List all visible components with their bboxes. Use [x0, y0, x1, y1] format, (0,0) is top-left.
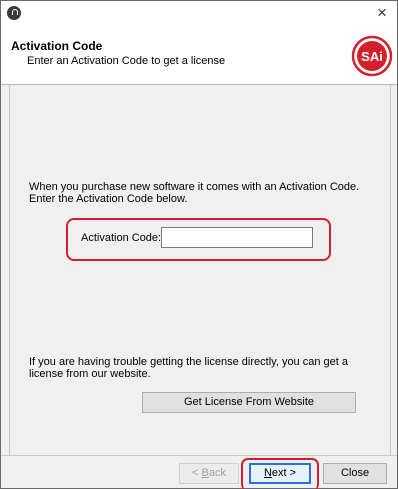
next-accel: N: [263, 467, 272, 479]
page-title: Activation Code: [11, 39, 103, 53]
logo-text: SAi: [361, 49, 383, 64]
back-rest: ack: [208, 467, 226, 479]
next-button[interactable]: Next >: [249, 463, 311, 484]
get-license-website-button[interactable]: Get License From Website: [142, 392, 356, 413]
app-icon: [7, 6, 21, 20]
trouble-text: If you are having trouble getting the li…: [29, 356, 348, 380]
activation-dialog: × Activation Code Enter an Activation Co…: [0, 0, 398, 489]
activation-code-input[interactable]: [161, 227, 313, 248]
next-rest: ext >: [271, 467, 297, 479]
intro-text: When you purchase new software it comes …: [29, 181, 360, 205]
activation-code-label: Activation Code:: [81, 232, 162, 244]
wizard-header: Activation Code Enter an Activation Code…: [1, 27, 397, 85]
back-prefix: <: [192, 467, 202, 479]
back-accel: B: [201, 467, 209, 479]
title-bar: ×: [1, 1, 397, 27]
close-button[interactable]: Close: [323, 463, 387, 484]
close-icon[interactable]: ×: [373, 4, 391, 22]
back-button[interactable]: < Back: [179, 463, 239, 484]
page-subtitle: Enter an Activation Code to get a licens…: [27, 55, 226, 67]
wizard-footer: < Back Next > Close: [1, 455, 397, 489]
sai-logo: SAi: [351, 35, 393, 77]
